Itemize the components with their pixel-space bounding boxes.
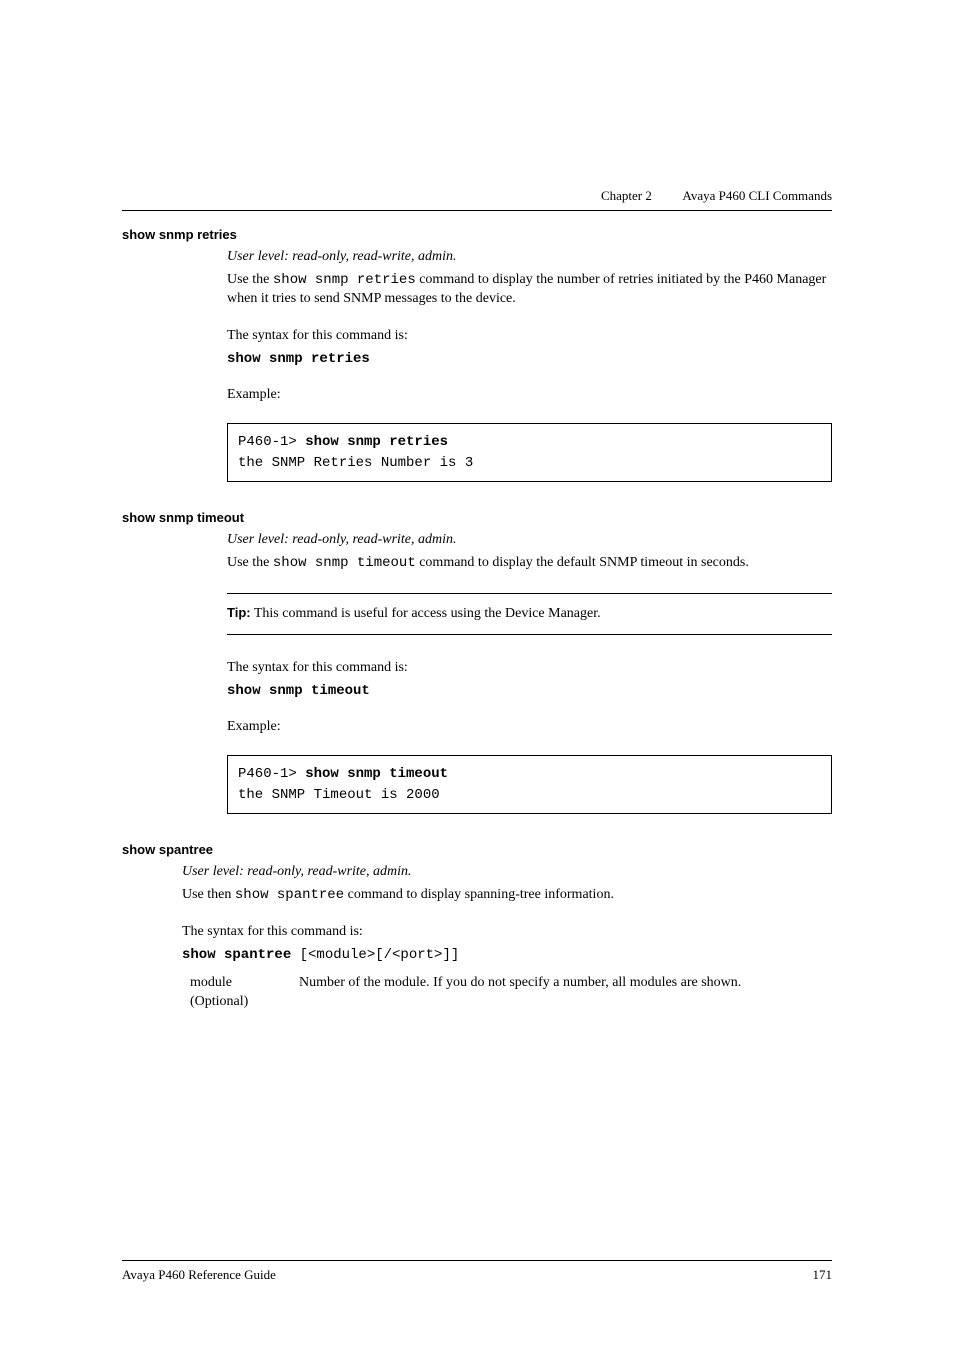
example-box-timeout: P460-1> show snmp timeout the SNMP Timeo… — [227, 755, 832, 814]
desc-pre: Use then — [182, 887, 235, 902]
footer-left: Avaya P460 Reference Guide — [122, 1267, 276, 1283]
user-level-timeout: User level: read-only, read-write, admin… — [227, 531, 832, 550]
section-heading-timeout: show snmp timeout — [122, 510, 832, 525]
section-heading-spantree: show spantree — [122, 842, 832, 857]
syntax-args-spantree: [<module>[/<port>]] — [291, 947, 459, 963]
param-name: module — [190, 974, 299, 993]
example-cmd: show snmp timeout — [305, 766, 448, 782]
syntax-cmd-retries: show snmp retries — [227, 350, 832, 369]
footer-page-number: 171 — [813, 1267, 833, 1283]
section-body-spantree: User level: read-only, read-write, admin… — [182, 863, 832, 1012]
desc-spantree: Use then show spantree command to displa… — [182, 886, 832, 905]
example-line1: P460-1> show snmp timeout — [238, 764, 821, 784]
param-table: module (Optional) Number of the module. … — [182, 974, 832, 1012]
example-box-retries: P460-1> show snmp retries the SNMP Retri… — [227, 423, 832, 482]
example-label-timeout: Example: — [227, 718, 832, 737]
example-prompt: P460-1> — [238, 766, 305, 782]
desc-timeout: Use the show snmp timeout command to dis… — [227, 554, 832, 573]
desc-post: command to display the default SNMP time… — [416, 555, 749, 570]
page-footer: Avaya P460 Reference Guide 171 — [122, 1260, 832, 1283]
page-content: show snmp retries User level: read-only,… — [122, 185, 832, 1012]
desc-retries: Use the show snmp retries command to dis… — [227, 271, 832, 309]
footer-row: Avaya P460 Reference Guide 171 — [122, 1267, 832, 1283]
footer-rule — [122, 1260, 832, 1261]
syntax-label-retries: The syntax for this command is: — [227, 327, 832, 346]
example-output: the SNMP Timeout is 2000 — [238, 785, 821, 805]
example-prompt: P460-1> — [238, 434, 305, 450]
page-header: Chapter 2 Avaya P460 CLI Commands — [601, 188, 832, 204]
param-desc: Number of the module. If you do not spec… — [299, 974, 832, 1012]
example-cmd: show snmp retries — [305, 434, 448, 450]
syntax-label-spantree: The syntax for this command is: — [182, 923, 832, 942]
header-rule — [122, 210, 832, 211]
tip-line: Tip: This command is useful for access u… — [227, 594, 832, 624]
user-level-spantree: User level: read-only, read-write, admin… — [182, 863, 832, 882]
section-body-retries: User level: read-only, read-write, admin… — [227, 248, 832, 482]
tip-label: Tip: — [227, 605, 251, 620]
chapter-title: Avaya P460 CLI Commands — [682, 188, 832, 203]
desc-pre: Use the — [227, 272, 273, 287]
desc-cmd: show spantree — [235, 887, 344, 903]
syntax-line-spantree: show spantree [<module>[/<port>]] — [182, 946, 832, 965]
desc-cmd: show snmp timeout — [273, 555, 416, 571]
chapter-label: Chapter 2 — [601, 188, 652, 203]
example-output: the SNMP Retries Number is 3 — [238, 453, 821, 473]
example-label-retries: Example: — [227, 386, 832, 405]
syntax-cmd-spantree: show spantree — [182, 947, 291, 963]
syntax-label-timeout: The syntax for this command is: — [227, 659, 832, 678]
example-line1: P460-1> show snmp retries — [238, 432, 821, 452]
section-heading-retries: show snmp retries — [122, 227, 832, 242]
user-level-retries: User level: read-only, read-write, admin… — [227, 248, 832, 267]
syntax-cmd-timeout: show snmp timeout — [227, 682, 832, 701]
desc-post: command to display spanning-tree informa… — [344, 887, 614, 902]
param-col1: module (Optional) — [182, 974, 299, 1012]
param-note: (Optional) — [190, 993, 299, 1012]
tip-text: This command is useful for access using … — [251, 606, 601, 621]
section-body-timeout: User level: read-only, read-write, admin… — [227, 531, 832, 814]
tip-rule-bottom — [227, 634, 832, 635]
desc-pre: Use the — [227, 555, 273, 570]
desc-cmd: show snmp retries — [273, 272, 416, 288]
